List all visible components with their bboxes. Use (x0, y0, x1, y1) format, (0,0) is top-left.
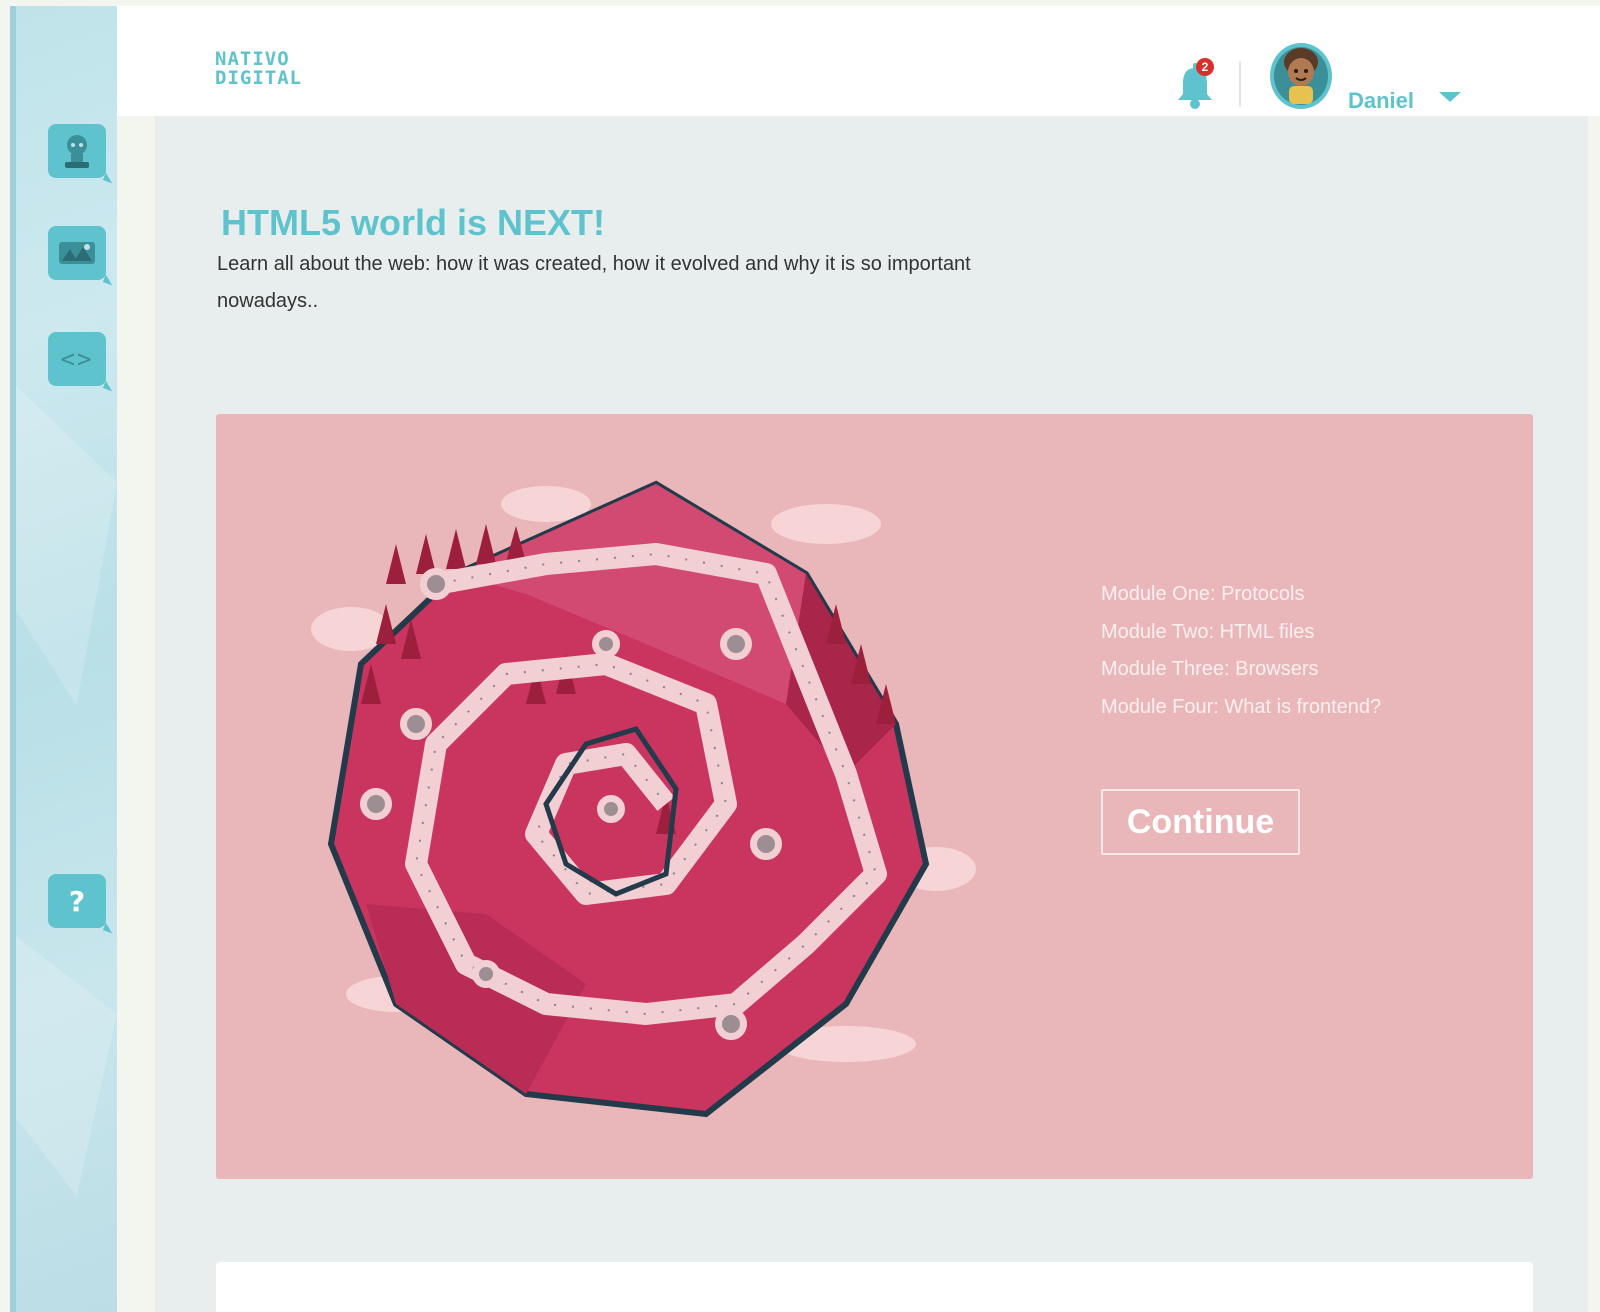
user-avatar[interactable] (1269, 42, 1333, 110)
help-button[interactable]: ? (48, 874, 106, 928)
logo-line-2: DIGITAL (215, 67, 303, 89)
sidebar: <> ? (10, 6, 117, 1312)
user-name[interactable]: Daniel (1348, 88, 1414, 114)
list-item[interactable]: Module One: Protocols (1101, 576, 1381, 614)
page-description: Learn all about the web: how it was crea… (217, 253, 971, 312)
chevron-down-icon[interactable] (1439, 92, 1461, 102)
avatar-image (1270, 43, 1332, 109)
module-list: Module One: Protocols Module Two: HTML f… (1101, 576, 1381, 726)
list-item[interactable]: Module Two: HTML files (1101, 614, 1381, 652)
notification-count-badge: 2 (1196, 58, 1214, 76)
top-header: NATIVO DIGITAL 2 Daniel (117, 6, 1600, 116)
header-divider (1239, 61, 1241, 107)
world-map-illustration[interactable] (286, 444, 986, 1144)
main-content: HTML5 world is NEXT! Learn all about the… (155, 116, 1588, 1312)
world-card: Module One: Protocols Module Two: HTML f… (216, 414, 1533, 1179)
sidebar-decoration (16, 386, 117, 706)
sidebar-item-worlds[interactable] (48, 226, 106, 280)
robot-avatar-icon (65, 135, 89, 168)
page-title: HTML5 world is NEXT! (221, 202, 606, 243)
brand-logo[interactable]: NATIVO DIGITAL (215, 50, 302, 88)
continue-button[interactable]: Continue (1101, 789, 1300, 855)
landscape-icon (59, 242, 95, 264)
list-item[interactable]: Module Four: What is frontend? (1101, 689, 1381, 727)
sidebar-item-code[interactable]: <> (48, 332, 106, 386)
sidebar-decoration (16, 936, 117, 1196)
sidebar-item-profile[interactable] (48, 124, 106, 178)
code-icon: <> (60, 345, 94, 373)
help-icon: ? (68, 884, 86, 918)
next-card (216, 1262, 1533, 1312)
list-item[interactable]: Module Three: Browsers (1101, 651, 1381, 689)
